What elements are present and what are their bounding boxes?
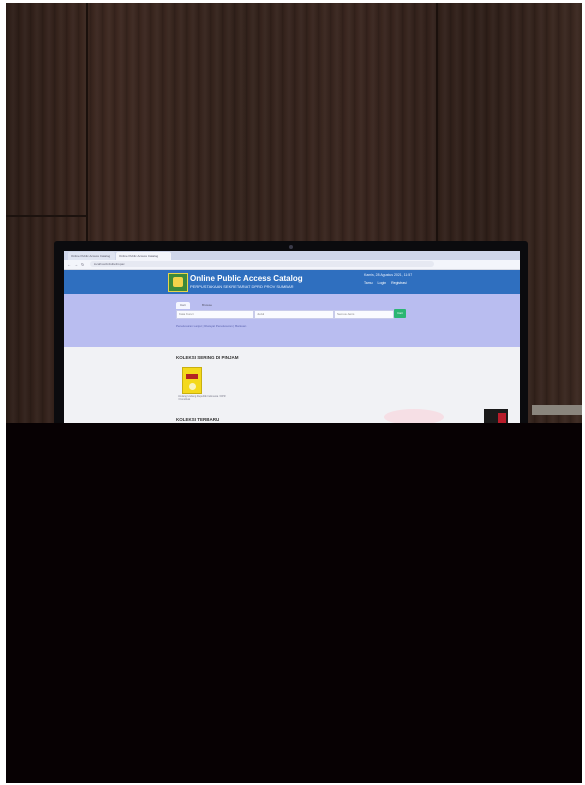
book-caption[interactable]: Undang Undang Republik Indonesia / DPR /… <box>178 395 226 401</box>
photo: Online Public Access Catalog Online Publ… <box>6 3 582 783</box>
type-select[interactable]: Semua Jenis <box>334 310 394 319</box>
header-date: Kamis, 28 Agustus 2021, 11:57 <box>364 273 413 277</box>
browser-tab-active[interactable]: Online Public Access Catalog <box>116 252 171 260</box>
desk-object <box>498 413 506 423</box>
site-logo <box>168 273 188 292</box>
address-bar: ← → ↻ localhost/inlislite3/opac <box>64 260 520 270</box>
search-button[interactable]: Cari <box>394 309 406 318</box>
advanced-search-links[interactable]: Penelusuran Lanjut | Riwayat Penelusuran… <box>176 324 246 328</box>
browser-tab-bar: Online Public Access Catalog Online Publ… <box>64 251 520 260</box>
header-links: Tamu Login Registrasi <box>364 281 411 285</box>
register-link[interactable]: Registrasi <box>391 281 407 285</box>
browser-tab[interactable]: Online Public Access Catalog <box>68 252 115 260</box>
popular-section-title: KOLEKSI SERING DI PINJAM <box>176 355 239 360</box>
webcam-icon <box>289 245 293 249</box>
wall-seam <box>6 215 86 217</box>
guest-link[interactable]: Tamu <box>364 281 373 285</box>
url-field[interactable]: localhost/inlislite3/opac <box>90 261 434 267</box>
keyword-input[interactable]: Kata Kunci <box>176 310 254 319</box>
login-link[interactable]: Login <box>378 281 387 285</box>
site-title: Online Public Access Catalog <box>190 274 303 283</box>
field-select[interactable]: Judul <box>254 310 334 319</box>
tab-search[interactable]: Cari <box>176 302 190 309</box>
dark-foreground <box>6 423 582 783</box>
back-icon[interactable]: ← <box>67 262 71 267</box>
search-panel: Cari Browse Kata Kunci Judul Semua Jenis… <box>64 294 520 347</box>
new-section-title: KOLEKSI TERBARU <box>176 417 220 422</box>
reload-icon[interactable]: ↻ <box>81 262 84 267</box>
desk-object <box>532 405 582 415</box>
monitor-screen: Online Public Access Catalog Online Publ… <box>64 251 520 426</box>
main-content: KOLEKSI SERING DI PINJAM Undang Undang R… <box>64 347 520 426</box>
forward-icon[interactable]: → <box>74 262 78 267</box>
monitor: Online Public Access Catalog Online Publ… <box>54 241 528 426</box>
site-subtitle: PERPUSTAKAAN SEKRETARIAT DPRD PROV SUMBA… <box>190 284 294 289</box>
site-header: Online Public Access Catalog PERPUSTAKAA… <box>64 270 520 294</box>
book-cover[interactable] <box>182 367 202 394</box>
tab-browse[interactable]: Browse <box>198 302 216 309</box>
